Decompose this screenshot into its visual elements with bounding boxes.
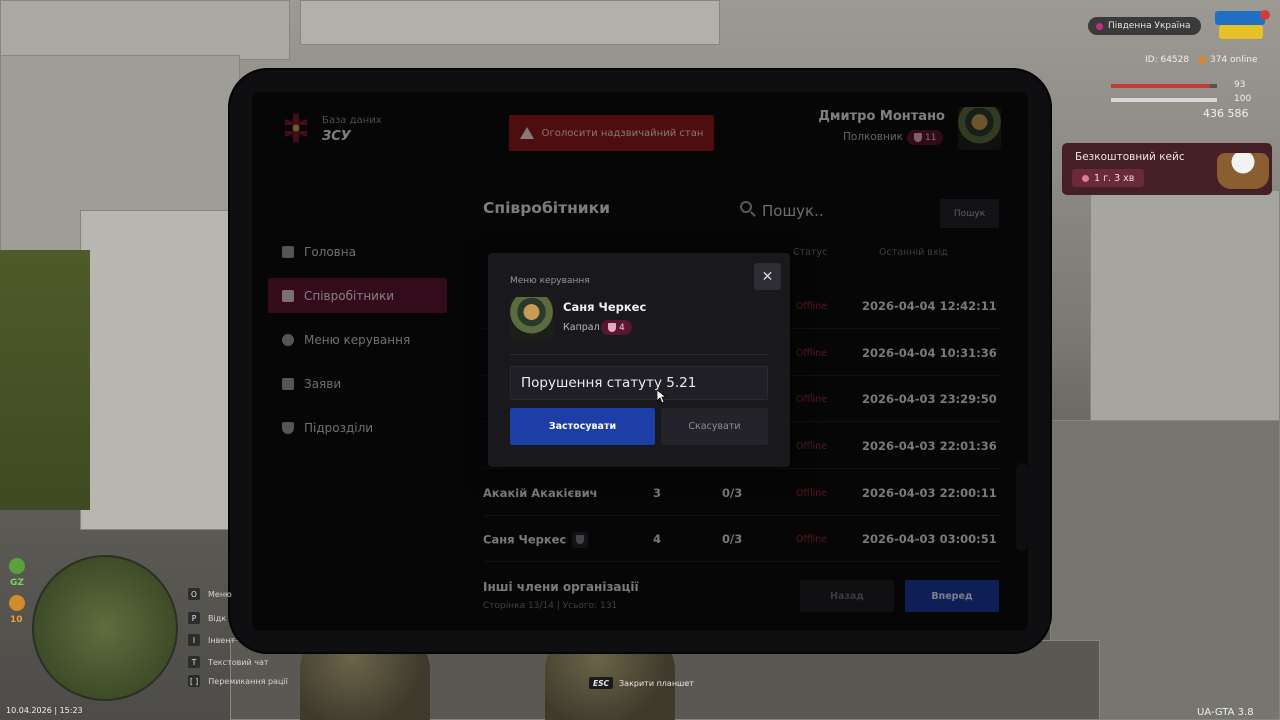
close-button[interactable]: ✕ xyxy=(754,263,781,290)
hint-label: Відк xyxy=(208,613,227,623)
esc-key: ESC xyxy=(589,677,614,689)
case-title: Безкоштовний кейс xyxy=(1075,151,1185,163)
member-rank-badge: 4 xyxy=(601,320,632,335)
server-logo-icon xyxy=(1215,10,1270,39)
online-count: 374 online xyxy=(1198,55,1258,65)
key-hint: T xyxy=(188,656,200,668)
hint-row: T Текстовий чат xyxy=(188,655,269,669)
member-rank: Капрал xyxy=(563,322,600,333)
hint-label: Меню xyxy=(208,589,232,599)
key-hint: [ ] xyxy=(188,675,201,687)
clock-icon xyxy=(1082,174,1089,182)
version-label: UA-GTA 3.8 xyxy=(1197,707,1254,718)
armor-value: 100 xyxy=(1234,94,1252,104)
region-badge: Південна Україна xyxy=(1088,17,1201,35)
hint-row: I Інвент xyxy=(188,633,235,647)
apply-button[interactable]: Застосувати xyxy=(510,408,655,445)
key-hint: I xyxy=(188,634,200,646)
hint-row: P Відк xyxy=(188,611,226,625)
health-bar xyxy=(1111,84,1217,88)
money: 436 586 xyxy=(1203,107,1249,120)
cancel-button[interactable]: Скасувати xyxy=(661,408,768,445)
wall-block xyxy=(300,0,720,45)
shield-icon xyxy=(608,323,616,332)
reason-input[interactable] xyxy=(510,366,768,400)
key-hint: O xyxy=(188,588,200,600)
case-timer-label: 1 г. 3 хв xyxy=(1094,172,1135,184)
status-icon xyxy=(9,558,25,574)
hint-label: Текстовий чат xyxy=(208,657,269,667)
modal-title: Меню керування xyxy=(510,276,590,286)
health-value: 93 xyxy=(1234,80,1246,90)
level-icon xyxy=(9,595,25,611)
hint-label: Інвент xyxy=(208,635,236,645)
online-icon xyxy=(1198,56,1206,64)
hint-label: Перемикання рації xyxy=(208,676,288,686)
datetime: 10.04.2026 | 15:23 xyxy=(6,706,83,715)
close-tablet-hint: ESC Закрити планшет xyxy=(589,677,694,689)
player-id: ID: 64528 xyxy=(1145,55,1190,65)
divider xyxy=(510,354,768,355)
armor-bar xyxy=(1111,98,1217,102)
online-label: 374 online xyxy=(1210,55,1258,65)
wall-block xyxy=(1090,190,1280,430)
wall-block xyxy=(80,210,230,530)
hint-row: [ ] Перемикання рації xyxy=(188,674,288,688)
rank-level: 4 xyxy=(619,322,625,333)
hint-row: O Меню xyxy=(188,587,232,601)
case-timer: 1 г. 3 хв xyxy=(1072,169,1145,187)
location-icon xyxy=(1096,22,1103,30)
region-label: Південна Україна xyxy=(1108,21,1191,31)
mouse-cursor-icon xyxy=(657,390,667,404)
gz-label: GZ xyxy=(10,578,24,588)
member-name: Саня Черкес xyxy=(563,300,647,314)
grass-patch xyxy=(0,250,90,510)
wall-block xyxy=(0,0,290,60)
member-avatar xyxy=(510,297,553,340)
level-value: 10 xyxy=(10,615,23,625)
minimap xyxy=(32,555,178,701)
esc-label: Закрити планшет xyxy=(619,678,694,688)
close-icon: ✕ xyxy=(761,268,774,285)
key-hint: P xyxy=(188,612,200,624)
case-basket-icon xyxy=(1217,153,1269,189)
